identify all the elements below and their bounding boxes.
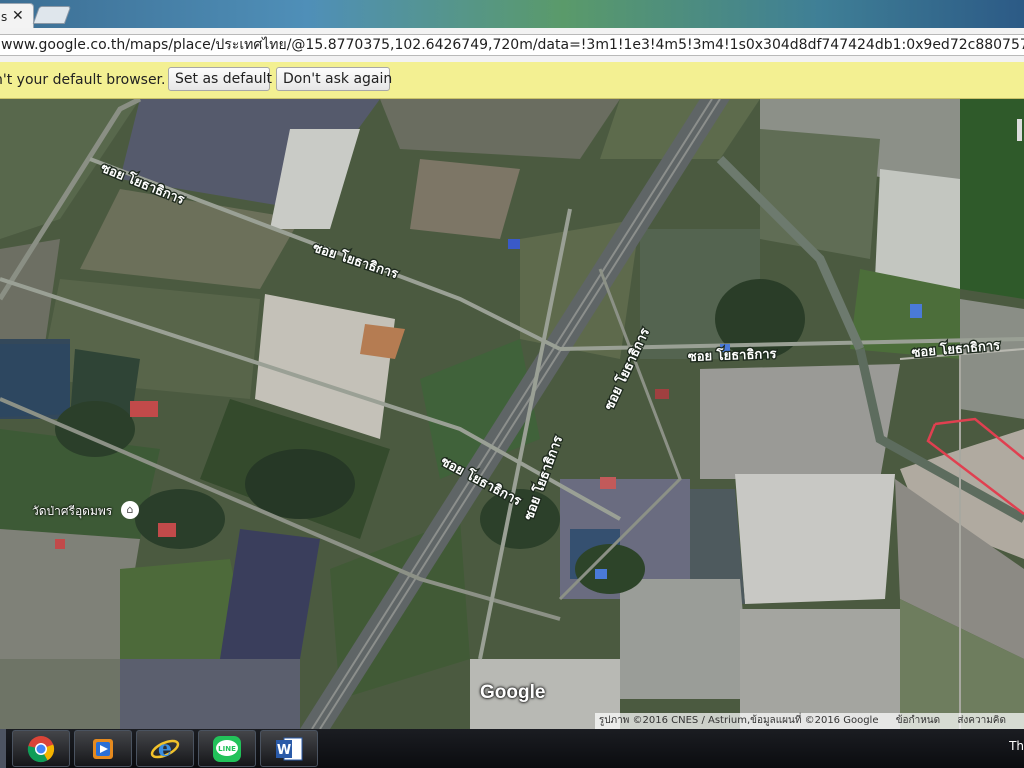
poi-temple-label[interactable]: วัดป่าศรีอุดมพร bbox=[32, 502, 112, 521]
internet-explorer-icon: e bbox=[150, 736, 180, 762]
set-as-default-button[interactable]: Set as default bbox=[168, 67, 272, 91]
imagery-credit: รูปภาพ ©2016 CNES / Astrium,ข้อมูลแผนที่… bbox=[598, 715, 879, 726]
browser-tab[interactable]: s ✕ bbox=[0, 3, 34, 29]
svg-text:W: W bbox=[277, 743, 291, 758]
taskbar-line[interactable]: LINE bbox=[198, 730, 256, 767]
tab-strip: s ✕ bbox=[0, 0, 1024, 29]
tray-language-indicator[interactable]: Th bbox=[1009, 739, 1024, 753]
satellite-map[interactable]: ซอย โยธาธิการ ซอย โยธาธิการ ซอย โยธาธิกา… bbox=[0, 99, 1024, 729]
taskbar-internet-explorer[interactable]: e bbox=[136, 730, 194, 767]
dont-ask-again-button[interactable]: Don't ask again bbox=[276, 67, 392, 91]
svg-text:e: e bbox=[158, 736, 172, 762]
media-player-icon bbox=[93, 738, 113, 759]
url-input[interactable]: www.google.co.th/maps/place/ประเทศไทย/@1… bbox=[0, 34, 1024, 56]
map-attribution: รูปภาพ ©2016 CNES / Astrium,ข้อมูลแผนที่… bbox=[594, 713, 1024, 729]
new-tab-button[interactable] bbox=[32, 6, 72, 24]
taskbar: e LINE W Th bbox=[0, 729, 1024, 768]
satellite-imagery: ซอย โยธาธิการ ซอย โยธาธิการ ซอย โยธาธิกา… bbox=[0, 99, 1024, 729]
temple-icon[interactable]: ⌂ bbox=[121, 501, 139, 519]
word-icon: W bbox=[276, 737, 303, 760]
line-icon: LINE bbox=[213, 735, 241, 762]
default-browser-infobar: n't your default browser. Set as default… bbox=[0, 62, 1024, 99]
feedback-link[interactable]: ส่งความคิด bbox=[957, 715, 1006, 726]
tab-title: s bbox=[1, 10, 8, 24]
svg-text:LINE: LINE bbox=[218, 745, 236, 753]
taskbar-media-player[interactable] bbox=[74, 730, 132, 767]
taskbar-word[interactable]: W bbox=[260, 730, 318, 767]
start-edge[interactable] bbox=[0, 729, 6, 768]
map-control-edge[interactable] bbox=[1017, 119, 1022, 141]
infobar-message: n't your default browser. bbox=[0, 72, 166, 88]
chrome-icon bbox=[27, 735, 55, 762]
terms-link[interactable]: ข้อกำหนด bbox=[896, 715, 940, 726]
google-logo: Google bbox=[480, 682, 546, 703]
taskbar-chrome[interactable] bbox=[12, 730, 70, 767]
tab-close-icon[interactable]: ✕ bbox=[12, 8, 24, 24]
address-bar: www.google.co.th/maps/place/ประเทศไทย/@1… bbox=[0, 28, 1024, 63]
